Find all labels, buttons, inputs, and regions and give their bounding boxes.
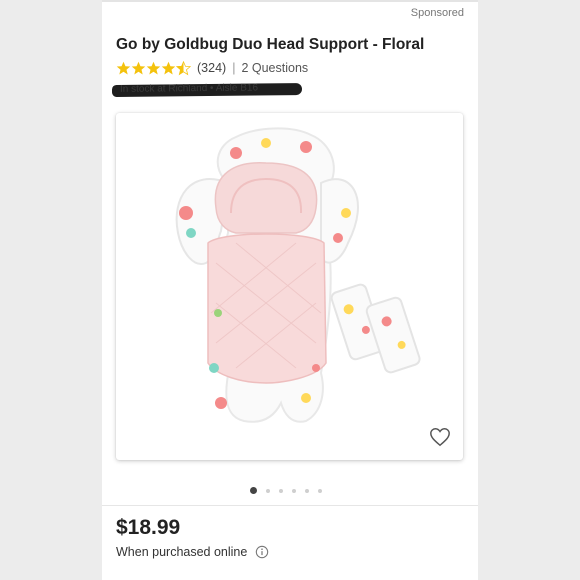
product-title[interactable]: Go by Goldbug Duo Head Support - Floral bbox=[116, 36, 424, 54]
star-icon bbox=[161, 61, 176, 74]
redacted-text: In stock at Richland • Aisle B16 bbox=[119, 82, 259, 95]
info-icon[interactable] bbox=[255, 545, 269, 559]
star-icon bbox=[146, 61, 161, 74]
star-icon bbox=[131, 61, 146, 74]
rating-row[interactable]: (324) | 2 Questions bbox=[116, 59, 308, 77]
purchase-note: When purchased online bbox=[116, 545, 248, 559]
purchase-note-row: When purchased online bbox=[116, 545, 269, 559]
rating-separator: | bbox=[232, 61, 236, 75]
heart-icon[interactable] bbox=[429, 426, 451, 448]
questions-link[interactable]: 2 Questions bbox=[241, 61, 308, 75]
carousel-dot[interactable] bbox=[292, 488, 296, 493]
product-image bbox=[175, 127, 421, 423]
star-rating[interactable] bbox=[116, 60, 191, 76]
redacted-store-info: In stock at Richland • Aisle B16 bbox=[111, 82, 303, 97]
carousel-indicators[interactable] bbox=[94, 487, 478, 494]
sponsored-label: Sponsored bbox=[410, 7, 464, 19]
carousel-dot[interactable] bbox=[279, 488, 283, 493]
carousel-dot[interactable] bbox=[318, 488, 322, 493]
product-image-carousel[interactable] bbox=[116, 113, 463, 460]
star-half-icon bbox=[176, 60, 191, 75]
star-icon bbox=[116, 61, 131, 74]
product-card: Sponsored Go by Goldbug Duo Head Support… bbox=[102, 0, 478, 580]
divider bbox=[102, 505, 478, 506]
carousel-dot[interactable] bbox=[266, 488, 270, 493]
product-price: $18.99 bbox=[116, 516, 181, 539]
carousel-dot[interactable] bbox=[250, 487, 257, 494]
rating-count[interactable]: (324) bbox=[197, 61, 226, 75]
carousel-dot[interactable] bbox=[305, 488, 309, 493]
